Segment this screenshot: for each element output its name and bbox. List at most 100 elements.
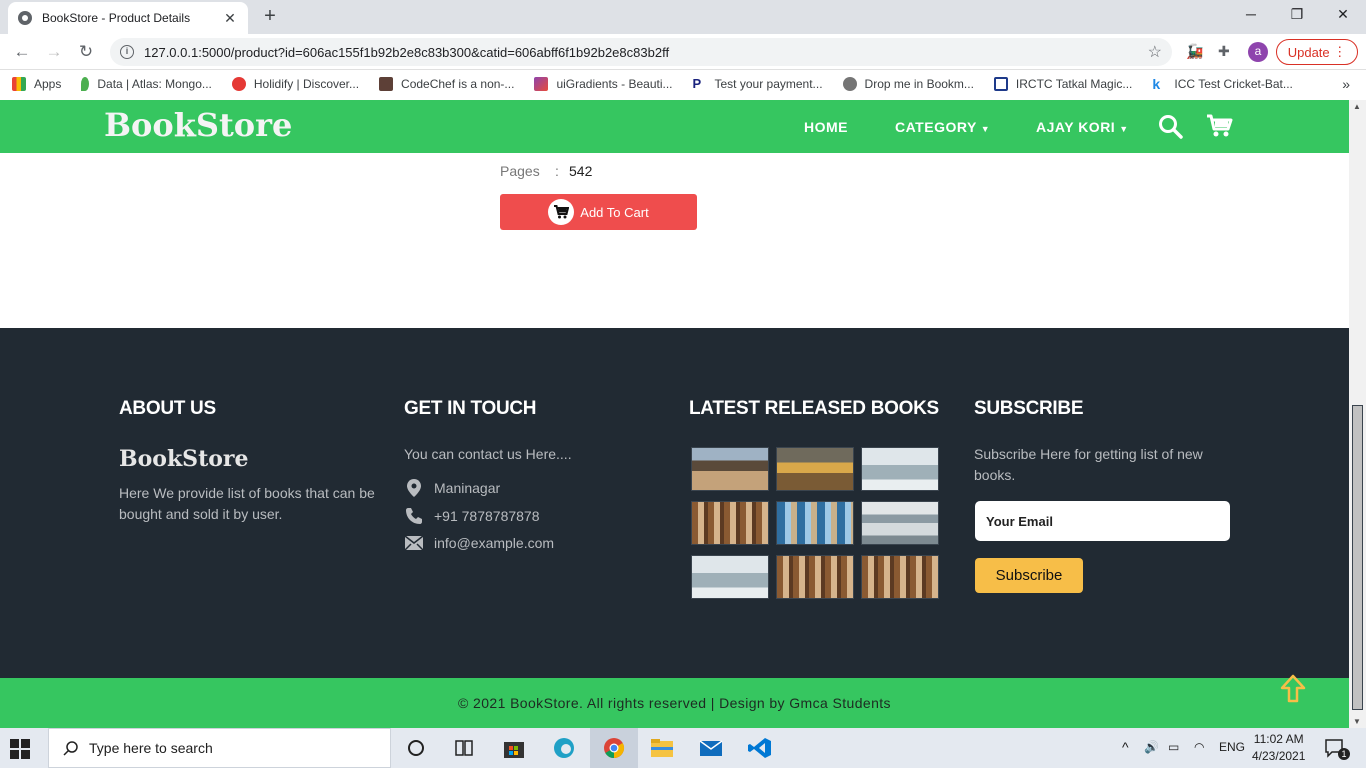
book-thumbnail[interactable]: [861, 447, 939, 491]
address-text: Maninagar: [434, 480, 501, 496]
close-window-button[interactable]: ✕: [1320, 6, 1366, 23]
cortana-icon[interactable]: [403, 736, 429, 760]
address-bar[interactable]: i 127.0.0.1:5000/product?id=606ac155f1b9…: [110, 38, 1172, 66]
book-thumbnail[interactable]: [776, 501, 854, 545]
site-info-icon[interactable]: i: [120, 45, 134, 59]
scroll-down-icon[interactable]: ▼: [1353, 717, 1361, 726]
latest-books-heading: LATEST RELEASED BOOKS: [689, 398, 939, 419]
scroll-to-top-arrow-icon[interactable]: [1280, 674, 1306, 704]
contact-phone[interactable]: +91 7878787878: [404, 507, 540, 525]
page-scrollbar[interactable]: ▲ ▼: [1349, 100, 1366, 728]
subscribe-heading: SUBSCRIBE: [974, 398, 1084, 419]
minimize-button[interactable]: ─: [1228, 6, 1274, 22]
irctc-icon: [993, 77, 1008, 91]
volume-icon[interactable]: 🔊: [1144, 740, 1159, 754]
subscribe-button[interactable]: Subscribe: [975, 558, 1083, 593]
bookmark-star-icon[interactable]: ☆: [1148, 42, 1162, 62]
bookmark-item[interactable]: Holidify | Discover...: [231, 77, 359, 91]
book-thumbnail[interactable]: [861, 555, 939, 599]
profile-avatar[interactable]: a: [1248, 42, 1268, 62]
product-pages-row: Pages : 542: [500, 163, 592, 179]
copyright-bar: © 2021 BookStore. All rights reserved | …: [0, 678, 1349, 728]
browser-tab[interactable]: BookStore - Product Details ✕: [8, 2, 248, 34]
bookmarks-bar: Apps Data | Atlas: Mongo... Holidify | D…: [0, 70, 1366, 98]
language-indicator[interactable]: ENG: [1219, 740, 1245, 754]
subscribe-text: Subscribe Here for getting list of new b…: [974, 446, 1203, 483]
book-thumbnail[interactable]: [691, 501, 769, 545]
nav-user-label: AJAY KORI: [1036, 119, 1116, 135]
nav-category-dropdown[interactable]: CATEGORY ▼: [895, 119, 990, 135]
forward-icon[interactable]: →: [43, 42, 65, 62]
nav-user-dropdown[interactable]: AJAY KORI ▼: [1036, 119, 1129, 135]
taskbar-clock[interactable]: 11:02 AM 4/23/2021: [1252, 731, 1305, 765]
update-button[interactable]: Update ⋮: [1276, 39, 1358, 65]
subscribe-email-input[interactable]: Your Email: [975, 501, 1230, 541]
cart-icon: [548, 199, 575, 225]
windows-start-icon[interactable]: [10, 739, 30, 759]
vscode-icon[interactable]: [747, 736, 773, 760]
tray-chevron-up-icon[interactable]: ^: [1122, 739, 1129, 755]
cart-icon[interactable]: [1205, 112, 1233, 140]
extension-train-icon[interactable]: 🚂: [1186, 43, 1203, 60]
restore-button[interactable]: ❐: [1274, 6, 1320, 23]
book-thumbnail[interactable]: [691, 447, 769, 491]
caret-down-icon: ▼: [1119, 124, 1129, 134]
book-thumbnail[interactable]: [861, 501, 939, 545]
mongodb-leaf-icon: [81, 77, 90, 91]
book-thumbnail[interactable]: [776, 447, 854, 491]
wifi-icon[interactable]: ◠: [1194, 740, 1204, 754]
new-tab-button[interactable]: +: [258, 5, 282, 28]
contact-intro: You can contact us Here....: [404, 446, 572, 462]
site-logo[interactable]: BookStore: [104, 106, 292, 144]
file-explorer-icon[interactable]: [649, 736, 675, 760]
bookmark-item[interactable]: k ICC Test Cricket-Bat...: [1152, 77, 1292, 91]
nav-home[interactable]: HOME: [804, 119, 848, 135]
scroll-up-icon[interactable]: ▲: [1353, 102, 1361, 111]
bookmark-item[interactable]: Apps: [12, 77, 61, 91]
scrollbar-thumb[interactable]: [1352, 405, 1363, 710]
icc-k-icon: k: [1152, 76, 1161, 92]
about-text: Here We provide list of books that can b…: [119, 485, 375, 522]
reload-icon[interactable]: ↻: [75, 42, 97, 62]
footer-logo: BookStore: [119, 446, 249, 472]
close-tab-icon[interactable]: ✕: [222, 10, 238, 27]
clock-date: 4/23/2021: [1252, 749, 1306, 763]
chrome-icon[interactable]: [601, 736, 627, 760]
paypal-icon: P: [692, 76, 702, 91]
site-footer: ABOUT US BookStore Here We provide list …: [0, 328, 1349, 678]
taskbar-search-box[interactable]: Type here to search: [48, 728, 391, 768]
contact-heading: GET IN TOUCH: [404, 398, 537, 419]
mail-app-icon[interactable]: [698, 736, 724, 760]
bookmark-item[interactable]: Drop me in Bookm...: [842, 77, 974, 91]
contact-email[interactable]: info@example.com: [404, 535, 554, 551]
bookmark-item[interactable]: CodeChef is a non-...: [379, 77, 514, 91]
bookmark-item[interactable]: Data | Atlas: Mongo...: [81, 77, 212, 91]
bookmark-item[interactable]: IRCTC Tatkal Magic...: [993, 77, 1132, 91]
book-thumbnail[interactable]: [691, 555, 769, 599]
about-heading: ABOUT US: [119, 398, 216, 419]
back-icon[interactable]: ←: [11, 42, 33, 62]
holidify-icon: [231, 77, 246, 91]
pages-value: 542: [569, 163, 593, 179]
edge-browser-icon[interactable]: [551, 736, 577, 760]
email-placeholder: Your Email: [986, 513, 1053, 529]
bookmark-item[interactable]: uiGradients - Beauti...: [534, 77, 673, 91]
phone-icon: [404, 507, 424, 525]
update-label: Update: [1287, 44, 1330, 60]
battery-icon[interactable]: ▭: [1168, 740, 1179, 754]
search-icon[interactable]: [1158, 114, 1184, 140]
search-icon: [63, 741, 78, 756]
uigradients-icon: [534, 77, 549, 91]
bookmark-item[interactable]: P Test your payment...: [692, 76, 823, 92]
book-thumbnail[interactable]: [776, 555, 854, 599]
microsoft-store-icon[interactable]: [501, 736, 527, 760]
nav-category-label: CATEGORY: [895, 119, 977, 135]
tab-title: BookStore - Product Details: [42, 11, 191, 25]
page-viewport: BookStore HOME CATEGORY ▼ AJAY KORI ▼ Page…: [0, 100, 1349, 728]
task-view-icon[interactable]: [451, 736, 477, 760]
extensions-puzzle-icon[interactable]: ✚: [1218, 43, 1230, 60]
email-text: info@example.com: [434, 535, 555, 551]
add-to-cart-button[interactable]: Add To Cart: [500, 194, 697, 230]
latest-books-gallery: [691, 447, 941, 599]
more-bookmarks-icon[interactable]: »: [1342, 76, 1350, 92]
